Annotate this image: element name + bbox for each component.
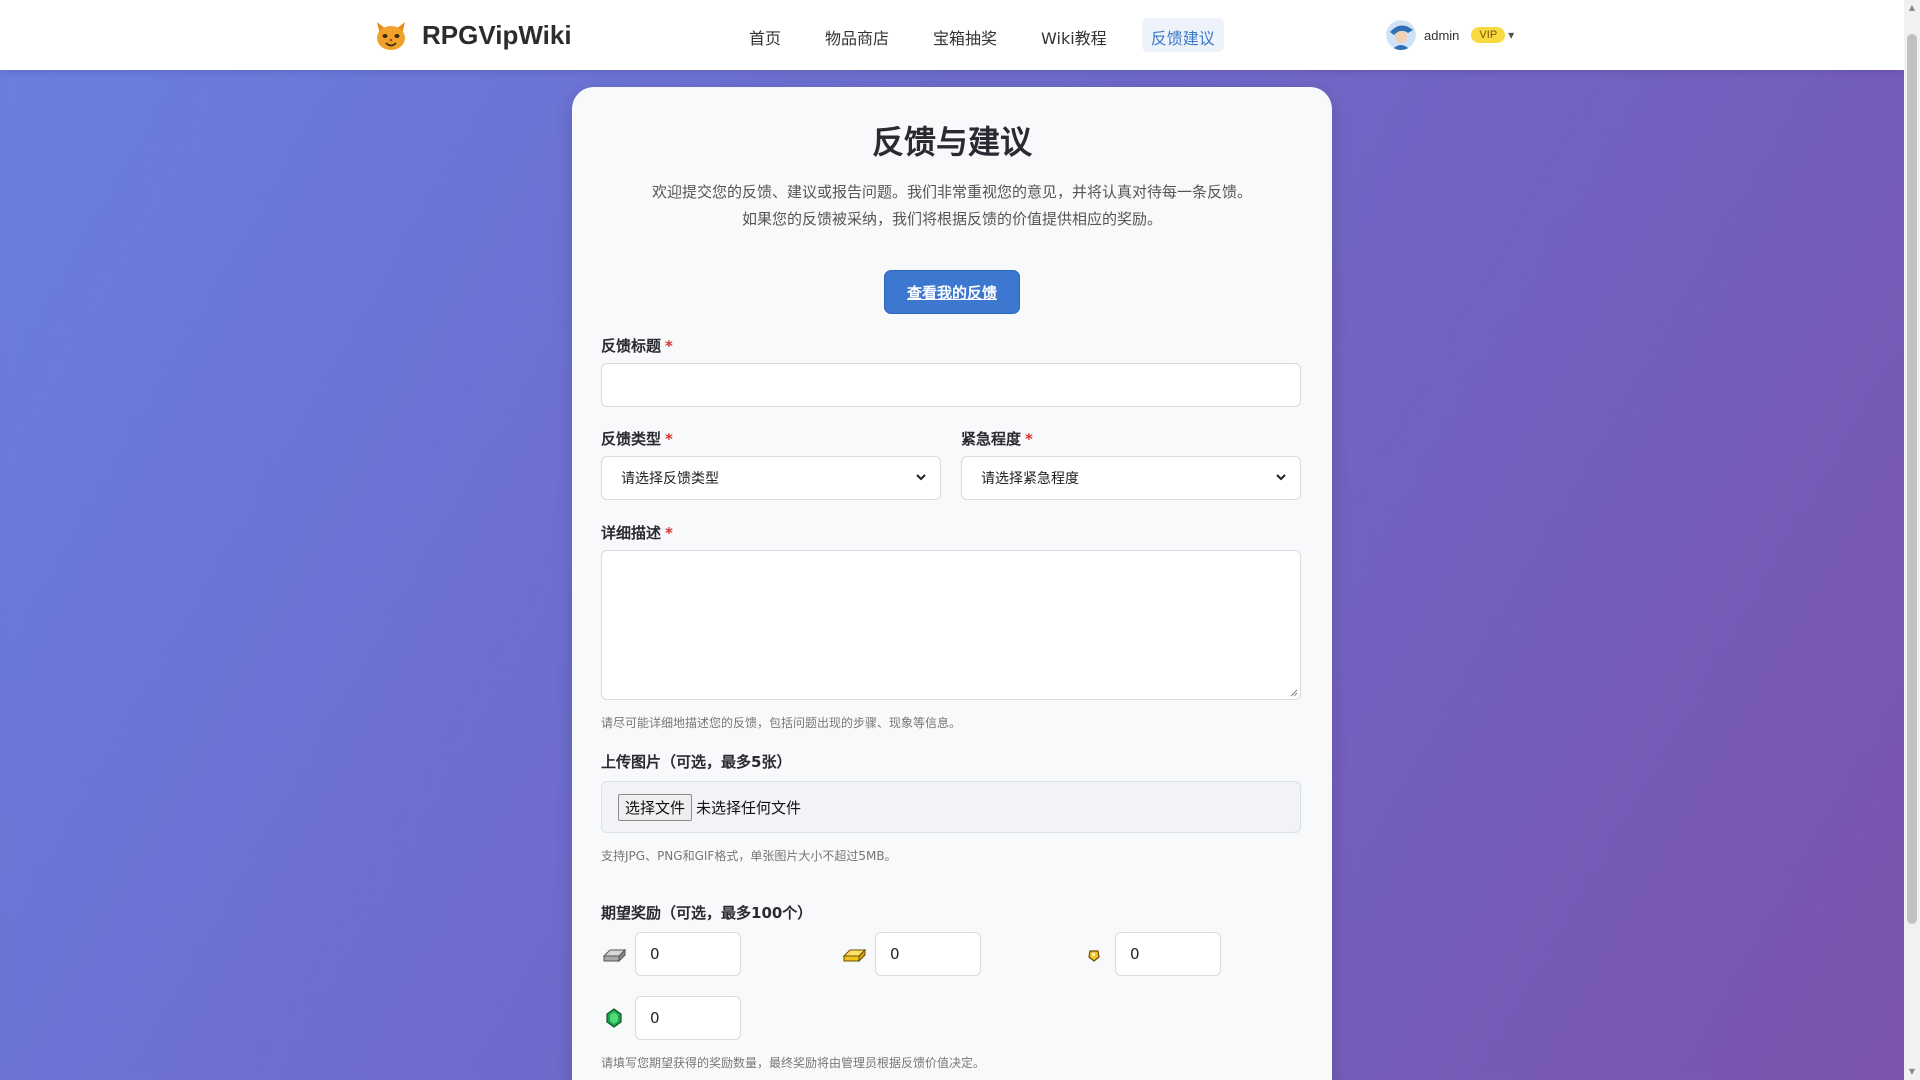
username: admin (1424, 27, 1460, 43)
chevron-down-icon (1276, 474, 1286, 481)
upload-label: 上传图片（可选，最多5张） (601, 753, 792, 771)
description-help: 请尽可能详细地描述您的反馈，包括问题出现的步骤、现象等信息。 (601, 716, 962, 730)
nav-item-shop[interactable]: 物品商店 (816, 18, 898, 52)
nav-item-feedback[interactable]: 反馈建议 (1141, 18, 1224, 52)
reward-gold-input[interactable]: 0 (875, 932, 981, 976)
scroll-up-icon[interactable]: ▲ (1904, 0, 1920, 16)
required-mark: * (665, 430, 673, 448)
feedback-type-select[interactable]: 请选择反馈类型 (601, 456, 941, 500)
brand[interactable]: RPGVipWiki (374, 18, 572, 52)
page-title: 反馈与建议 (871, 123, 1032, 161)
feedback-title-input[interactable] (601, 363, 1301, 407)
nav-item-home[interactable]: 首页 (740, 18, 790, 52)
nav-links: 首页 物品商店 宝箱抽奖 Wiki教程 反馈建议 (740, 18, 1250, 52)
required-mark: * (1025, 430, 1033, 448)
iron-ingot-icon (602, 948, 627, 963)
user-menu[interactable]: admin VIP ▾ (1386, 20, 1514, 50)
file-status: 未选择任何文件 (696, 798, 802, 817)
nav-item-lottery[interactable]: 宝箱抽奖 (924, 18, 1006, 52)
gold-ingot-icon (842, 948, 867, 963)
urgency-label-text: 紧急程度 (961, 430, 1022, 448)
feedback-card: 反馈与建议 欢迎提交您的反馈、建议或报告问题。我们非常重视您的意见，并将认真对待… (572, 87, 1332, 1080)
description-label: 详细描述 * (601, 522, 673, 543)
emerald-icon (606, 1008, 622, 1028)
intro-text: 欢迎提交您的反馈、建议或报告问题。我们非常重视您的意见，并将认真对待每一条反馈。… (572, 179, 1332, 233)
gold-nugget-icon (1088, 950, 1100, 962)
required-mark: * (665, 524, 673, 542)
avatar (1386, 20, 1416, 50)
feedback-title-label: 反馈标题 * (601, 335, 673, 356)
reward-iron-input[interactable]: 0 (635, 932, 741, 976)
brand-name: RPGVipWiki (422, 19, 572, 50)
file-upload: 选择文件 未选择任何文件 (601, 781, 1301, 833)
user-avatar-icon (1386, 20, 1416, 50)
urgency-selected: 请选择紧急程度 (981, 471, 1079, 487)
reward-emerald-input[interactable]: 0 (635, 996, 741, 1040)
scroll-thumb[interactable] (1907, 34, 1917, 924)
description-textarea[interactable] (601, 550, 1301, 700)
required-mark: * (665, 337, 673, 355)
feedback-type-label-text: 反馈类型 (601, 430, 662, 448)
vip-badge: VIP (1471, 27, 1506, 43)
reward-help: 请填写您期望获得的奖励数量，最终奖励将由管理员根据反馈价值决定。 (601, 1056, 986, 1070)
chevron-down-icon: ▾ (1508, 28, 1515, 42)
view-my-feedback-button[interactable]: 查看我的反馈 (884, 270, 1020, 314)
chevron-down-icon (916, 474, 926, 481)
reward-label: 期望奖励（可选，最多100个） (601, 904, 813, 922)
urgency-select[interactable]: 请选择紧急程度 (961, 456, 1301, 500)
urgency-label: 紧急程度 * (961, 428, 1033, 449)
upload-help: 支持JPG、PNG和GIF格式，单张图片大小不超过5MB。 (601, 849, 897, 863)
cat-face-icon (377, 22, 405, 50)
resize-grip-icon[interactable] (1288, 687, 1298, 697)
choose-file-button[interactable]: 选择文件 (618, 793, 693, 821)
intro-line-1: 欢迎提交您的反馈、建议或报告问题。我们非常重视您的意见，并将认真对待每一条反馈。 (651, 183, 1252, 201)
description-label-text: 详细描述 (601, 524, 662, 542)
nav-item-wiki[interactable]: Wiki教程 (1032, 18, 1116, 52)
reward-nugget-input[interactable]: 0 (1115, 932, 1221, 976)
feedback-title-label-text: 反馈标题 (601, 337, 662, 355)
feedback-type-selected: 请选择反馈类型 (621, 471, 719, 487)
top-navbar: RPGVipWiki 首页 物品商店 宝箱抽奖 Wiki教程 反馈建议 admi… (0, 0, 1904, 70)
feedback-type-label: 反馈类型 * (601, 428, 673, 449)
intro-line-2: 如果您的反馈被采纳，我们将根据反馈的价值提供相应的奖励。 (741, 210, 1162, 228)
scroll-down-icon[interactable]: ▼ (1904, 1064, 1920, 1080)
page-scrollbar[interactable]: ▲ ▼ (1904, 0, 1920, 1080)
